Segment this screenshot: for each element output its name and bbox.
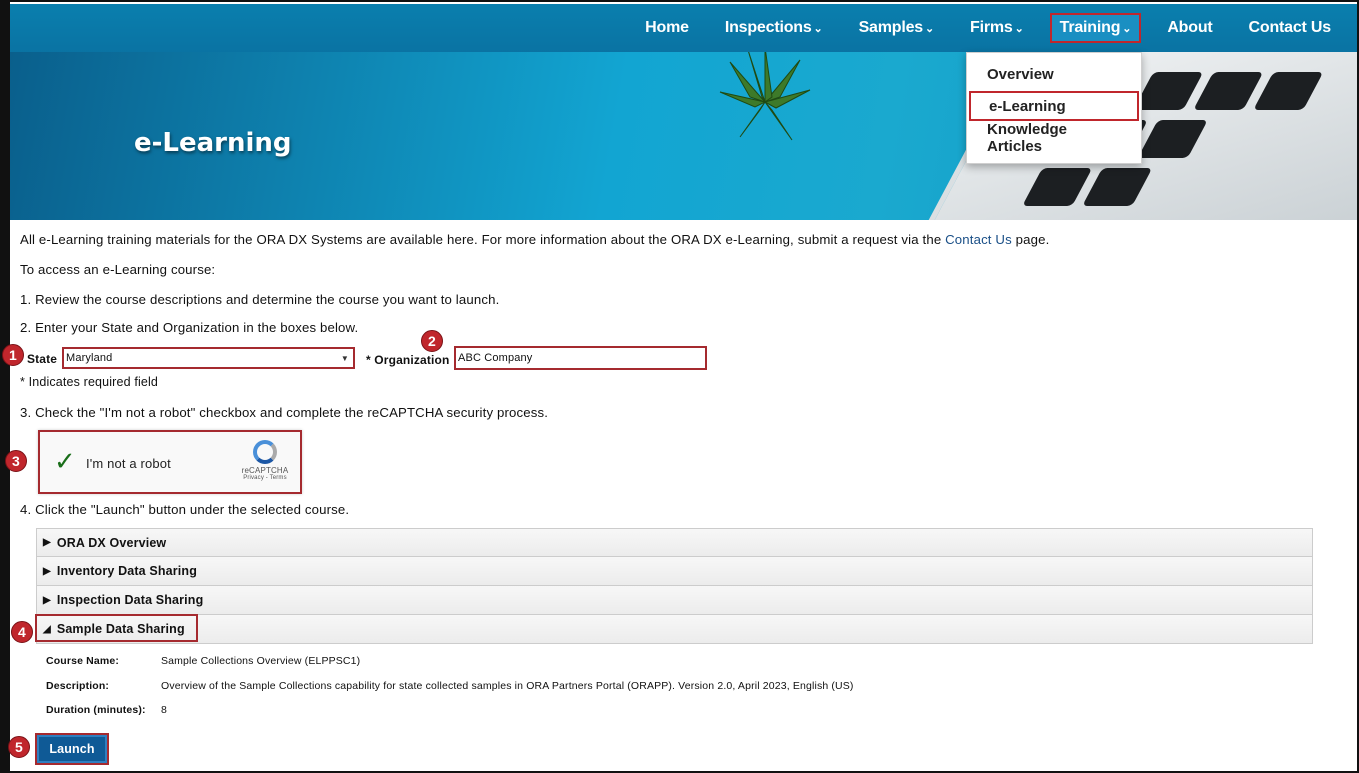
state-label: State [27, 352, 58, 366]
highlight-outline [35, 614, 198, 642]
step-3-text: 3. Check the "I'm not a robot" checkbox … [20, 405, 549, 420]
state-select-value: Maryland [66, 352, 113, 364]
chevron-down-icon: ⌄ [813, 23, 823, 35]
contact-us-link[interactable]: Contact Us [945, 232, 1012, 247]
recaptcha-links[interactable]: Privacy - Terms [240, 475, 290, 481]
launch-button[interactable]: Launch [35, 733, 109, 765]
step-badge-2: 2 [421, 330, 443, 352]
top-navbar: Home Inspections ⌄ Samples ⌄ Firms ⌄ Training ⌄ A… [10, 4, 1357, 52]
nav-label: Training [1059, 19, 1121, 36]
organization-input[interactable]: ABC Company [454, 346, 707, 370]
nav-label: Firms [970, 19, 1013, 36]
course-accordion: ▶ ORA DX Overview ▶ Inventory Data Sharing… [35, 528, 1313, 644]
dropdown-item-overview[interactable]: Overview [969, 59, 1139, 89]
course-sample-data-sharing[interactable]: ◢ Sample Data Sharing [35, 614, 1313, 644]
chevron-down-icon: ⌄ [1014, 23, 1024, 35]
nav-label: Home [645, 19, 689, 36]
step-4-text: 4. Click the "Launch" button under the s… [20, 502, 350, 517]
nav-home[interactable]: Home [637, 15, 697, 41]
recaptcha-brand: reCAPTCHA [241, 466, 289, 475]
nav-training[interactable]: Training ⌄ [1049, 13, 1142, 43]
state-select[interactable]: Maryland ▼ [62, 347, 355, 369]
nav-contact-us[interactable]: Contact Us [1241, 15, 1339, 41]
duration-label: Duration (minutes): [46, 704, 146, 716]
course-title: Inspection Data Sharing [56, 593, 204, 607]
nav-label: Samples [858, 19, 924, 36]
nav-label: Inspections [724, 19, 812, 36]
step-badge-5: 5 [8, 736, 30, 758]
step-badge-1: 1 [2, 344, 24, 366]
intro-text-suffix: page. [1011, 232, 1050, 247]
nav-label: About [1167, 19, 1213, 36]
nav-about[interactable]: About [1159, 15, 1220, 41]
nav-label: Contact Us [1248, 19, 1332, 36]
recaptcha-widget[interactable]: ✓ I'm not a robot reCAPTCHA Privacy - Te… [38, 430, 302, 494]
chevron-down-icon: ⌄ [1122, 23, 1132, 35]
chevron-down-icon: ⌄ [925, 23, 935, 35]
step-badge-4: 4 [11, 621, 33, 643]
duration-value: 8 [161, 704, 167, 716]
description-value: Overview of the Sample Collections capab… [161, 680, 854, 692]
recaptcha-logo: reCAPTCHA Privacy - Terms [240, 440, 290, 481]
expand-triangle-icon: ▶ [43, 537, 51, 548]
step-1-text: 1. Review the course descriptions and de… [20, 292, 500, 307]
course-name-label: Course Name: [46, 655, 119, 667]
nav-samples[interactable]: Samples ⌄ [851, 15, 942, 41]
course-title: ORA DX Overview [56, 535, 167, 550]
organization-label: * Organization [366, 353, 450, 367]
nav-inspections[interactable]: Inspections ⌄ [717, 15, 831, 41]
page-title: e-Learning [134, 128, 292, 158]
course-title: Inventory Data Sharing [56, 564, 197, 578]
step-badge-3: 3 [5, 450, 27, 472]
recaptcha-icon [253, 440, 277, 464]
captcha-label: I'm not a robot [86, 456, 171, 471]
required-field-note: * Indicates required field [20, 375, 159, 389]
course-inventory-data-sharing[interactable]: ▶ Inventory Data Sharing [36, 557, 1313, 586]
dropdown-item-knowledge-articles[interactable]: Knowledge Articles [969, 121, 1139, 155]
course-inspection-data-sharing[interactable]: ▶ Inspection Data Sharing [36, 586, 1313, 615]
access-instructions-heading: To access an e-Learning course: [20, 262, 216, 277]
course-name-value: Sample Collections Overview (ELPPSC1) [161, 655, 361, 667]
training-dropdown-menu: Overview e-Learning Knowledge Articles [966, 52, 1142, 164]
chevron-down-icon: ▼ [340, 353, 349, 363]
dropdown-item-e-learning[interactable]: e-Learning [969, 91, 1139, 121]
plant-image [719, 52, 811, 141]
nav-firms[interactable]: Firms ⌄ [962, 15, 1032, 41]
intro-text-prefix: All e-Learning training materials for th… [20, 232, 946, 247]
intro-text: All e-Learning training materials for th… [20, 232, 1049, 247]
course-ora-dx-overview[interactable]: ▶ ORA DX Overview [36, 528, 1313, 557]
checkmark-icon: ✓ [54, 446, 76, 476]
step-2-text: 2. Enter your State and Organization in … [20, 320, 359, 335]
description-label: Description: [46, 680, 110, 692]
expand-triangle-icon: ▶ [43, 565, 51, 577]
expand-triangle-icon: ▶ [43, 594, 51, 606]
hero-banner: e-Learning [10, 52, 1357, 220]
